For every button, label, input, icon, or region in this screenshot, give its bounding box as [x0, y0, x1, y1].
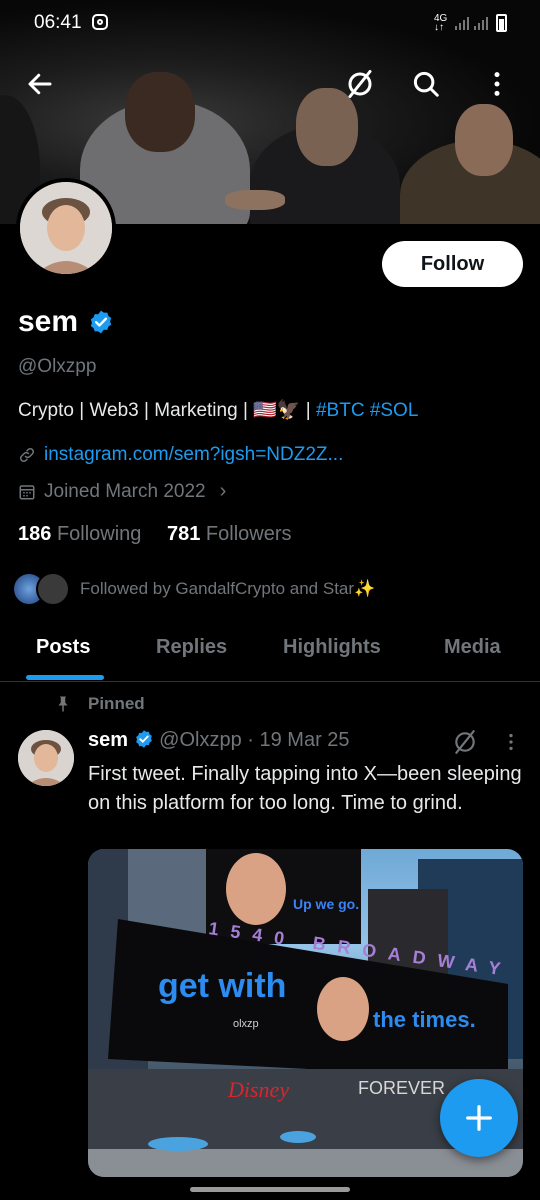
- profile-bio: Crypto | Web3 | Marketing | 🇺🇸🦅 | #BTC #…: [18, 398, 418, 422]
- avatar: [36, 572, 70, 606]
- home-indicator[interactable]: [190, 1187, 350, 1192]
- followed-by-text: Followed by GandalfCrypto and Star✨: [80, 579, 376, 598]
- bio-text: Crypto | Web3 | Marketing | 🇺🇸🦅 |: [18, 400, 316, 421]
- pinned-label: Pinned: [88, 694, 145, 713]
- forever-sign: FOREVER: [358, 1078, 445, 1098]
- display-name: sem: [18, 305, 79, 338]
- pin-icon: [58, 696, 68, 712]
- instagram-notification-icon: [92, 14, 108, 30]
- verified-badge-icon: [135, 730, 152, 748]
- status-time: 06:41: [34, 12, 82, 33]
- compose-button[interactable]: [440, 1079, 518, 1157]
- chevron-right-icon: ›: [219, 480, 227, 502]
- more-vertical-icon: [494, 72, 500, 96]
- billboard-right-text: the times.: [373, 1007, 476, 1032]
- follow-counts: 186 Following 781 Followers: [18, 523, 292, 546]
- profile-handle: @Olxzpp: [18, 356, 97, 377]
- billboard-handle-text: olxzp: [233, 1018, 259, 1030]
- profile-tabs: Posts Replies Highlights Media: [0, 624, 540, 682]
- top-bar: [0, 60, 540, 110]
- grok-icon: [348, 70, 372, 98]
- back-arrow-icon: [28, 73, 52, 95]
- follower-avatars: [12, 572, 70, 606]
- tab-posts[interactable]: Posts: [36, 636, 90, 659]
- link-icon: [19, 447, 35, 463]
- post-author[interactable]: sem: [88, 729, 128, 751]
- bio-hashtags[interactable]: #BTC #SOL: [316, 400, 418, 421]
- active-tab-indicator: [26, 675, 104, 680]
- signal-icon-2: [474, 17, 488, 30]
- battery-icon: [496, 14, 507, 32]
- joined-row[interactable]: Joined March 2022 ›: [18, 480, 226, 503]
- avatar-image: [20, 182, 112, 274]
- followed-by-row[interactable]: Followed by GandalfCrypto and Star✨: [12, 572, 375, 606]
- grok-button[interactable]: [338, 62, 382, 106]
- follow-button[interactable]: Follow: [382, 241, 523, 287]
- profile-link-row[interactable]: instagram.com/sem?igsh=NDZ2Z...: [18, 444, 343, 466]
- network-type: 4G ↓↑: [434, 13, 448, 33]
- followers-link[interactable]: 781 Followers: [167, 523, 292, 545]
- more-button[interactable]: [475, 62, 519, 106]
- post-header: sem @Olxzpp · 19 Mar 25: [88, 729, 350, 752]
- profile-avatar[interactable]: [16, 178, 116, 278]
- following-link[interactable]: 186 Following: [18, 523, 141, 545]
- profile-link[interactable]: instagram.com/sem?igsh=NDZ2Z...: [44, 444, 343, 466]
- joined-date: Joined March 2022: [44, 480, 206, 502]
- pinned-label-row: Pinned: [54, 694, 145, 714]
- billboard-top-text: Up we go.: [293, 896, 359, 912]
- avatar-image: [18, 730, 74, 786]
- search-button[interactable]: [404, 62, 448, 106]
- post-handle-date: @Olxzpp · 19 Mar 25: [159, 729, 350, 751]
- post-avatar[interactable]: [18, 730, 74, 786]
- tab-replies[interactable]: Replies: [156, 636, 227, 659]
- search-icon: [413, 71, 439, 97]
- plus-icon: [466, 1105, 492, 1131]
- signal-icon: [455, 17, 469, 30]
- tab-highlights[interactable]: Highlights: [283, 636, 381, 659]
- verified-badge-icon[interactable]: [88, 309, 114, 335]
- disney-sign: Disney: [227, 1077, 289, 1102]
- tab-media[interactable]: Media: [444, 636, 501, 659]
- grok-icon[interactable]: [452, 729, 478, 755]
- more-vertical-icon[interactable]: [500, 731, 522, 753]
- post-text: First tweet. Finally tapping into X—been…: [88, 763, 522, 814]
- billboard-main-text: get with: [158, 967, 286, 1005]
- calendar-icon: [19, 484, 35, 499]
- back-button[interactable]: [18, 62, 62, 106]
- status-bar: 06:41 4G ↓↑: [0, 0, 540, 48]
